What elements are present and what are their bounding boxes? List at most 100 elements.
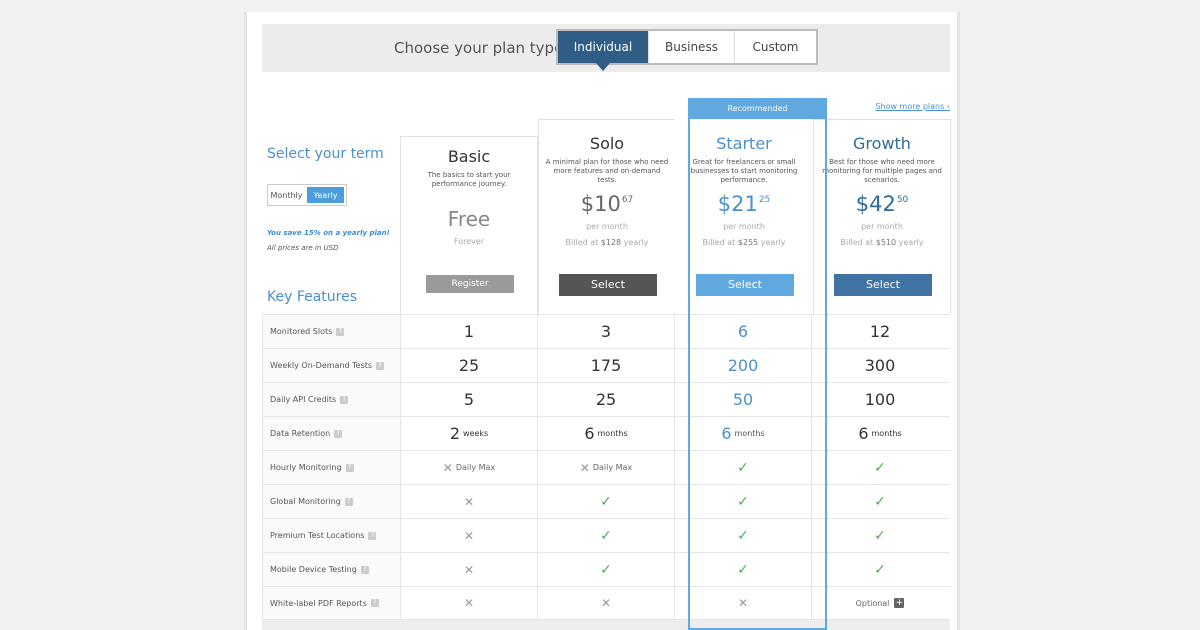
price-cents: 50 bbox=[896, 195, 909, 205]
billed-yearly-note: Billed at $128 yearly bbox=[565, 238, 649, 247]
select-solo-button[interactable]: Select bbox=[559, 274, 657, 296]
feature-value: 300 bbox=[811, 349, 948, 382]
feature-label: Weekly On-Demand Tests? bbox=[262, 349, 400, 382]
tab-individual[interactable]: Individual bbox=[558, 31, 649, 71]
pricing-wrapper: Choose your plan type Individual Busines… bbox=[262, 12, 952, 630]
feature-value: ✕ bbox=[537, 587, 674, 619]
plan-type-switch: Individual Business Custom bbox=[556, 29, 818, 71]
table-row: Premium Test Locations? ✕ ✓ ✓ ✓ bbox=[262, 518, 950, 552]
price-period: per month bbox=[861, 222, 903, 231]
feature-value: ✓ bbox=[537, 553, 674, 586]
feature-label: Daily API Credits? bbox=[262, 383, 400, 416]
help-icon[interactable]: ? bbox=[360, 565, 369, 574]
yearly-savings-note: You save 15% on a yearly plan! bbox=[267, 229, 390, 237]
table-row: Mobile Device Testing? ✕ ✓ ✓ ✓ bbox=[262, 552, 950, 586]
plan-description: The basics to start your performance jou… bbox=[427, 171, 511, 188]
plan-description: A minimal plan for those who need more f… bbox=[545, 158, 669, 184]
show-more-plans-link[interactable]: Show more plans › bbox=[875, 102, 950, 111]
feature-value: 25 bbox=[400, 349, 537, 382]
feature-value: ✓ bbox=[811, 553, 948, 586]
feature-label: Hourly Monitoring? bbox=[262, 451, 400, 484]
cross-icon: ✕ bbox=[737, 596, 749, 610]
feature-value: 175 bbox=[537, 349, 674, 382]
check-icon: ✓ bbox=[737, 527, 749, 544]
help-icon[interactable]: ? bbox=[336, 327, 345, 336]
price-period: Forever bbox=[453, 237, 485, 246]
key-features-title: Key Features bbox=[267, 289, 358, 305]
feature-value: 25 bbox=[537, 383, 674, 416]
plan-price: $1067 bbox=[539, 192, 675, 220]
cross-icon: ✕ bbox=[442, 460, 453, 475]
feature-value: ✓ bbox=[674, 451, 811, 484]
check-icon: ✓ bbox=[737, 493, 749, 510]
feature-value: ✓ bbox=[537, 485, 674, 518]
help-icon[interactable]: ? bbox=[376, 361, 385, 370]
table-footer-strip bbox=[262, 620, 950, 630]
table-row: Global Monitoring? ✕ ✓ ✓ ✓ bbox=[262, 484, 950, 518]
feature-value: ✓ bbox=[811, 451, 948, 484]
feature-table: Monitored Slots? 1 3 6 12 Weekly On-Dema… bbox=[262, 314, 950, 620]
feature-value: ✕ bbox=[400, 519, 537, 552]
feature-value: ✕ bbox=[674, 587, 811, 619]
select-starter-button[interactable]: Select bbox=[696, 274, 794, 296]
feature-label: Monitored Slots? bbox=[262, 315, 400, 348]
feature-value: ✕ bbox=[400, 587, 537, 619]
feature-value: 6 bbox=[674, 315, 811, 348]
cross-icon: ✕ bbox=[600, 596, 612, 610]
price-cents: 67 bbox=[621, 195, 634, 205]
feature-value: 200 bbox=[674, 349, 811, 382]
plan-price: $2125 bbox=[676, 192, 812, 220]
plan-type-label: Choose your plan type bbox=[394, 39, 564, 57]
price-amount: $42 bbox=[855, 192, 896, 216]
feature-value: 2 weeks bbox=[400, 417, 537, 450]
term-monthly-option[interactable]: Monthly bbox=[268, 185, 305, 205]
cross-icon: ✕ bbox=[463, 494, 475, 509]
feature-value: 12 bbox=[811, 315, 948, 348]
help-icon[interactable]: ? bbox=[370, 599, 379, 607]
register-button[interactable]: Register bbox=[426, 275, 514, 293]
feature-value: 100 bbox=[811, 383, 948, 416]
plan-price: Free bbox=[401, 207, 537, 235]
tab-custom[interactable]: Custom bbox=[735, 31, 816, 63]
plus-icon[interactable]: + bbox=[894, 598, 905, 608]
check-icon: ✓ bbox=[600, 527, 612, 544]
tab-business[interactable]: Business bbox=[649, 31, 735, 63]
feature-value: ✕ bbox=[400, 485, 537, 518]
feature-value: 6 months bbox=[674, 417, 811, 450]
feature-label: Mobile Device Testing? bbox=[262, 553, 400, 586]
plan-card-starter: Starter Great for freelancers or small b… bbox=[675, 119, 813, 314]
check-icon: ✓ bbox=[737, 459, 749, 476]
billed-yearly-note: Billed at $255 yearly bbox=[702, 238, 786, 247]
feature-label: Global Monitoring? bbox=[262, 485, 400, 518]
feature-value: 6 months bbox=[811, 417, 948, 450]
help-icon[interactable]: ? bbox=[345, 463, 354, 472]
help-icon[interactable]: ? bbox=[334, 429, 343, 438]
help-icon[interactable]: ? bbox=[340, 395, 349, 404]
help-icon[interactable]: ? bbox=[368, 531, 377, 540]
feature-value: ✓ bbox=[674, 519, 811, 552]
term-yearly-option[interactable]: Yearly bbox=[307, 187, 344, 203]
plan-name: Growth bbox=[853, 134, 911, 153]
check-icon: ✓ bbox=[600, 561, 612, 578]
plan-name: Basic bbox=[447, 147, 491, 166]
plan-description: Best for those who need more monitoring … bbox=[822, 158, 942, 184]
feature-value: ✓ bbox=[811, 519, 948, 552]
plan-card-basic: Basic The basics to start your performan… bbox=[400, 136, 538, 314]
plan-type-bar: Choose your plan type Individual Busines… bbox=[262, 24, 950, 72]
table-row: Monitored Slots? 1 3 6 12 bbox=[262, 314, 950, 348]
table-row: Daily API Credits? 5 25 50 100 bbox=[262, 382, 950, 416]
plan-card-solo: Solo A minimal plan for those who need m… bbox=[538, 119, 676, 314]
feature-value: ✓ bbox=[674, 485, 811, 518]
table-row: Hourly Monitoring? ✕ Daily Max ✕ Daily Max… bbox=[262, 450, 950, 484]
help-icon[interactable]: ? bbox=[344, 497, 353, 506]
select-growth-button[interactable]: Select bbox=[834, 274, 932, 296]
select-term-title: Select your term bbox=[267, 146, 384, 162]
feature-label: Premium Test Locations? bbox=[262, 519, 400, 552]
plan-name: Solo bbox=[589, 134, 625, 153]
recommended-badge: Recommended bbox=[688, 98, 827, 119]
plan-description: Great for freelancers or small businesse… bbox=[690, 158, 798, 184]
cross-icon: ✕ bbox=[463, 528, 475, 543]
cross-icon: ✕ bbox=[463, 562, 475, 577]
feature-label: White-label PDF Reports? bbox=[262, 587, 400, 619]
feature-value: ✕ bbox=[400, 553, 537, 586]
